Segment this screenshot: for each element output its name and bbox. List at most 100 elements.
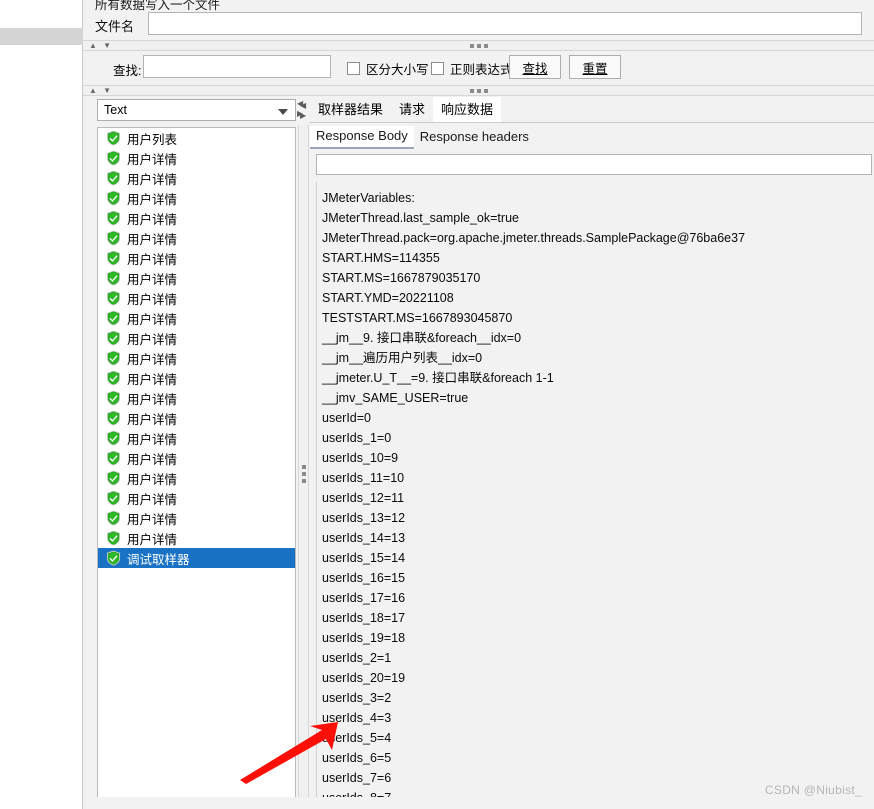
render-format-value: Text — [104, 103, 127, 117]
sampler-results-tree[interactable]: 用户列表 用户详情 用户详情 用户详情 用户详情 用户详情 用户详情 用户详情 用户详情 用户详情… — [97, 127, 296, 807]
search-input[interactable] — [143, 55, 331, 78]
checkbox-box-regex[interactable] — [431, 62, 444, 75]
green-shield-check-icon — [106, 550, 121, 566]
tree-item-label: 用户详情 — [127, 152, 178, 167]
result-tab[interactable]: 响应数据 — [433, 97, 502, 122]
find-button[interactable]: 查找 — [509, 55, 561, 79]
watermark-text: CSDN @Niubist_ — [764, 783, 862, 797]
green-shield-check-icon — [106, 190, 121, 206]
tree-item-label: 用户详情 — [127, 392, 178, 407]
green-shield-check-icon — [106, 150, 121, 166]
response-subtab[interactable]: Response Body — [310, 125, 414, 149]
tree-item[interactable]: 用户详情 — [98, 328, 295, 348]
tree-item[interactable]: 用户列表 — [98, 128, 295, 148]
tree-item[interactable]: 用户详情 — [98, 228, 295, 248]
response-body-line: userIds_3=2 — [322, 691, 392, 705]
green-shield-check-icon — [106, 270, 121, 286]
response-subtabs[interactable]: Response Body Response headers — [310, 125, 874, 149]
case-sensitive-checkbox[interactable]: 区分大小写 — [347, 59, 429, 78]
tab-scroll-left-icon[interactable]: ◀ — [300, 101, 309, 111]
tree-item-label: 用户详情 — [127, 432, 178, 447]
response-body-line: userIds_6=5 — [322, 751, 392, 765]
response-view: ◀ ▶ 取样器结果 请求 响应数据 Response Body Response head… — [300, 97, 874, 809]
tree-item[interactable]: 用户详情 — [98, 428, 295, 448]
tree-item[interactable]: 用户详情 — [98, 188, 295, 208]
search-label: 查找: — [113, 64, 142, 78]
filename-label: 文件名 — [95, 19, 135, 34]
result-tabs[interactable]: ◀ ▶ 取样器结果 请求 响应数据 — [300, 97, 874, 123]
green-shield-check-icon — [106, 470, 121, 486]
tree-item-label: 用户详情 — [127, 172, 178, 187]
vertical-splitter[interactable] — [298, 125, 309, 809]
response-body-line: START.MS=1667879035170 — [322, 271, 481, 285]
filename-row: 文件名 — [83, 12, 874, 38]
tree-item[interactable]: 用户详情 — [98, 288, 295, 308]
tree-item-label: 用户详情 — [127, 352, 178, 367]
green-shield-check-icon — [106, 490, 121, 506]
regex-checkbox[interactable]: 正则表达式 — [431, 59, 513, 78]
tree-item-label: 用户详情 — [127, 492, 178, 507]
splitter-collapse-arrows-top[interactable]: ▲ ▼ — [89, 42, 113, 50]
tree-item-label: 调试取样器 — [127, 552, 190, 567]
vertical-splitter-grip — [302, 465, 306, 483]
splitter-collapse-arrows-middle[interactable]: ▲ ▼ — [89, 87, 113, 95]
filename-input[interactable] — [148, 12, 862, 35]
tree-item-label: 用户详情 — [127, 472, 178, 487]
tree-item[interactable]: 用户详情 — [98, 148, 295, 168]
green-shield-check-icon — [106, 530, 121, 546]
green-shield-check-icon — [106, 290, 121, 306]
tree-item-label: 用户详情 — [127, 212, 178, 227]
tree-item[interactable]: 用户详情 — [98, 408, 295, 428]
response-body-line: __jm__遍历用户列表__idx=0 — [322, 351, 483, 365]
tree-item-label: 用户详情 — [127, 252, 178, 267]
response-find-input[interactable] — [316, 154, 872, 175]
splitter-bar-top[interactable]: ▲ ▼ — [83, 40, 874, 51]
response-body-line: JMeterThread.last_sample_ok=true — [322, 211, 519, 225]
green-shield-check-icon — [106, 250, 121, 266]
green-shield-check-icon — [106, 430, 121, 446]
result-tab[interactable]: 请求 — [391, 97, 433, 122]
tree-item[interactable]: 用户详情 — [98, 508, 295, 528]
response-subtab[interactable]: Response headers — [414, 127, 535, 148]
reset-button-label: 重置 — [582, 61, 608, 76]
tree-item[interactable]: 调试取样器 — [98, 548, 295, 568]
tab-scroll-right-icon[interactable]: ▶ — [300, 111, 309, 121]
response-body-line: JMeterThread.pack=org.apache.jmeter.thre… — [322, 231, 746, 245]
tabs-scroll-arrows[interactable]: ◀ ▶ — [300, 101, 309, 121]
tree-item-label: 用户详情 — [127, 372, 178, 387]
tree-item-label: 用户列表 — [127, 132, 178, 147]
left-gutter-highlight-band — [0, 28, 83, 45]
green-shield-check-icon — [106, 130, 121, 146]
tree-item-label: 用户详情 — [127, 232, 178, 247]
response-body-line: userIds_17=16 — [322, 591, 406, 605]
response-body-line: userIds_15=14 — [322, 551, 406, 565]
splitter-bar-middle[interactable]: ▲ ▼ — [83, 85, 874, 96]
tree-item[interactable]: 用户详情 — [98, 368, 295, 388]
green-shield-check-icon — [106, 410, 121, 426]
tree-item[interactable]: 用户详情 — [98, 388, 295, 408]
response-body-line: userIds_11=10 — [322, 471, 405, 485]
result-tab[interactable]: 取样器结果 — [310, 97, 391, 122]
tree-item[interactable]: 用户详情 — [98, 308, 295, 328]
tree-item-label: 用户详情 — [127, 192, 178, 207]
tree-item[interactable]: 用户详情 — [98, 248, 295, 268]
tree-item[interactable]: 用户详情 — [98, 208, 295, 228]
checkbox-box-case-sensitive[interactable] — [347, 62, 360, 75]
green-shield-check-icon — [106, 310, 121, 326]
tree-item[interactable]: 用户详情 — [98, 348, 295, 368]
tree-item-label: 用户详情 — [127, 512, 178, 527]
reset-button[interactable]: 重置 — [569, 55, 621, 79]
tree-item[interactable]: 用户详情 — [98, 468, 295, 488]
green-shield-check-icon — [106, 450, 121, 466]
tree-item[interactable]: 用户详情 — [98, 448, 295, 468]
tree-item[interactable]: 用户详情 — [98, 488, 295, 508]
tree-item[interactable]: 用户详情 — [98, 168, 295, 188]
left-gutter — [0, 0, 83, 809]
response-body-text[interactable]: JMeterVariables: JMeterThread.last_sample… — [316, 182, 874, 809]
tree-item[interactable]: 用户详情 — [98, 528, 295, 548]
render-format-combo[interactable]: Text — [97, 99, 296, 121]
response-body-line: userIds_19=18 — [322, 631, 406, 645]
green-shield-check-icon — [106, 330, 121, 346]
tree-item[interactable]: 用户详情 — [98, 268, 295, 288]
chevron-down-icon[interactable] — [278, 109, 288, 115]
